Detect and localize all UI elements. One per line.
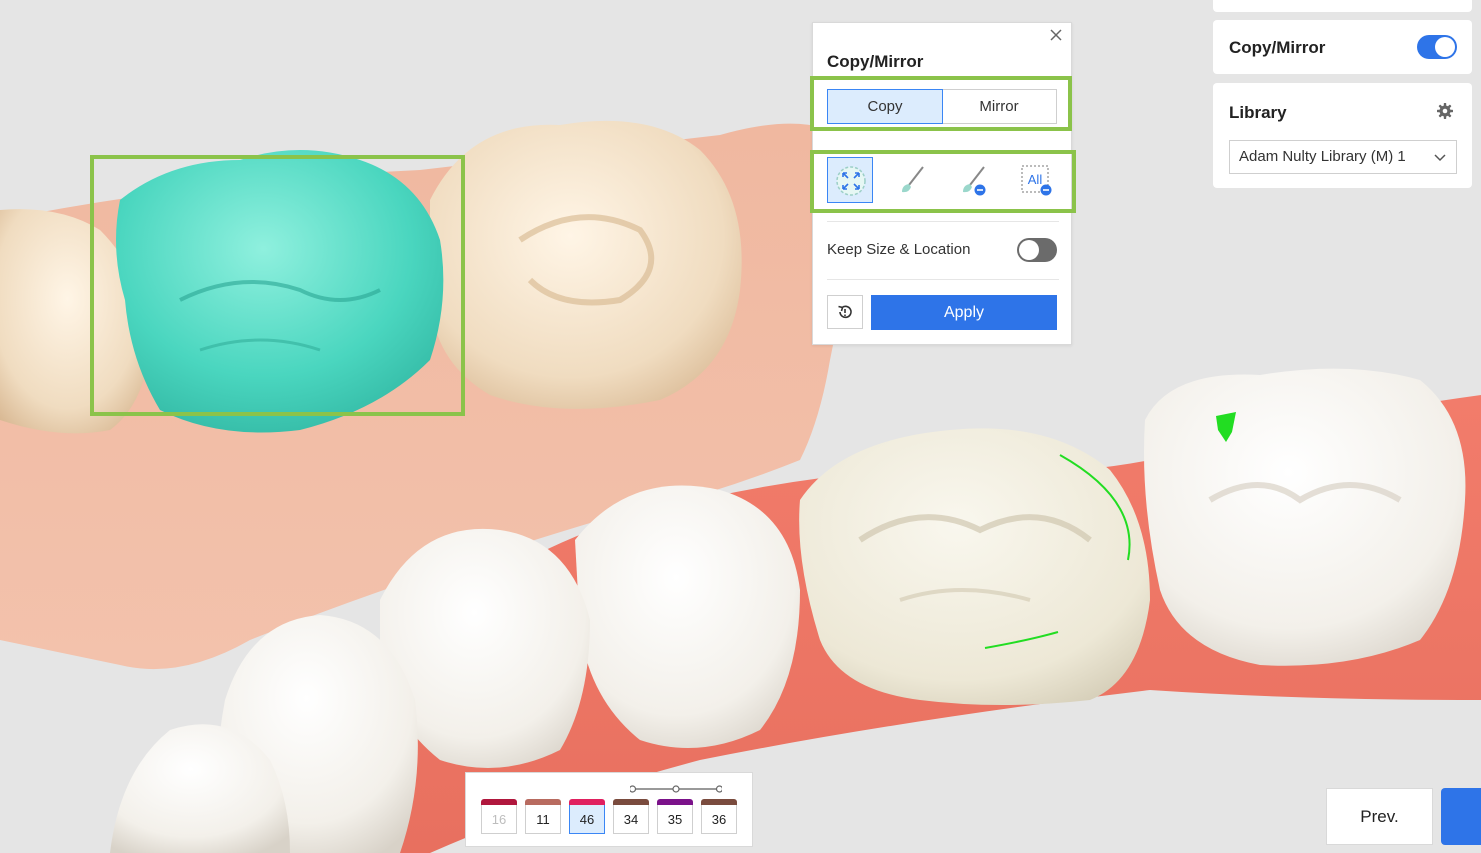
upper-tooth-right — [430, 120, 742, 409]
keep-size-location-toggle[interactable] — [1017, 238, 1057, 262]
tooth-number: 36 — [701, 805, 737, 834]
design-crown — [799, 428, 1150, 705]
gear-icon[interactable] — [1436, 102, 1454, 120]
tooth-number: 11 — [525, 805, 561, 834]
prev-button[interactable]: Prev. — [1326, 788, 1433, 845]
tools-highlight-frame — [810, 150, 1076, 213]
tooth-chip[interactable]: 46 — [569, 799, 605, 835]
tooth-number: 46 — [569, 805, 605, 834]
library-select-value: Adam Nulty Library (M) 1 — [1239, 148, 1406, 165]
close-icon[interactable] — [1049, 28, 1063, 42]
tooth-chip[interactable]: 11 — [525, 799, 561, 835]
tooth-selector: 16 11 46 34 35 36 — [465, 772, 753, 847]
lower-tooth-right — [1144, 368, 1466, 666]
chevron-down-icon — [1434, 154, 1446, 162]
tooth-number: 16 — [481, 805, 517, 834]
keep-size-location-label: Keep Size & Location — [827, 241, 971, 258]
tooth-number: 35 — [657, 805, 693, 834]
tooth-number: 34 — [613, 805, 649, 834]
copy-mirror-label: Copy/Mirror — [1229, 38, 1326, 57]
reset-button[interactable] — [827, 295, 863, 329]
divider — [827, 279, 1059, 280]
panel-title: Copy/Mirror — [827, 52, 924, 71]
library-label: Library — [1229, 103, 1287, 122]
tooth-chip[interactable]: 16 — [481, 799, 517, 835]
library-select[interactable]: Adam Nulty Library (M) 1 — [1229, 140, 1457, 174]
mode-highlight-frame — [810, 76, 1072, 131]
apply-button[interactable]: Apply — [871, 295, 1057, 330]
copy-mirror-panel: Copy/Mirror Copy Mirror All Keep Size & … — [810, 22, 1076, 345]
library-card: Library Adam Nulty Library (M) 1 — [1213, 83, 1472, 188]
opacity-slider[interactable] — [630, 783, 722, 795]
history-reset-icon — [838, 305, 852, 319]
next-button[interactable] — [1441, 788, 1481, 845]
collapsed-card — [1213, 0, 1472, 12]
tooth-chip[interactable]: 36 — [701, 799, 737, 835]
tooth-chip[interactable]: 34 — [613, 799, 649, 835]
copy-mirror-card: Copy/Mirror — [1213, 20, 1472, 74]
tooth-chip[interactable]: 35 — [657, 799, 693, 835]
copy-mirror-toggle[interactable] — [1417, 35, 1457, 59]
divider — [827, 221, 1059, 222]
